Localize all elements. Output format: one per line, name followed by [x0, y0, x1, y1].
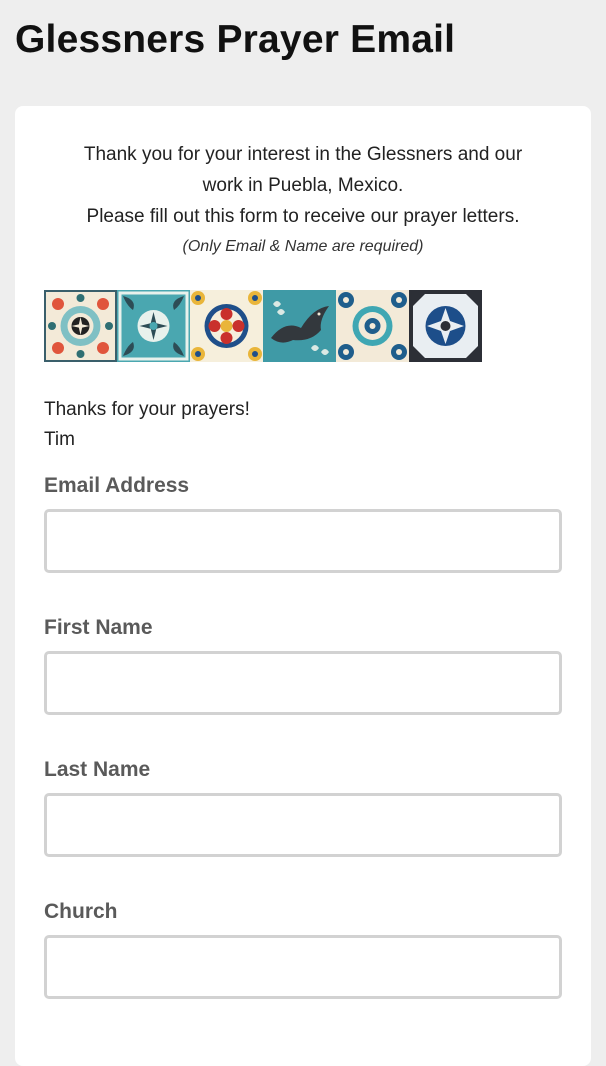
talavera-tile-banner: [44, 290, 482, 362]
first-name-field[interactable]: [44, 651, 562, 715]
intro-text: Thank you for your interest in the Gless…: [15, 139, 591, 262]
floral-medallion-tile: [190, 290, 263, 362]
blue-flower-tile: [336, 290, 409, 362]
intro-line: Please fill out this form to receive our…: [86, 206, 520, 227]
email-field[interactable]: [44, 509, 562, 573]
last-name-label: Last Name: [44, 758, 151, 781]
signoff-line: Thanks for your prayers!: [44, 399, 250, 420]
church-field[interactable]: [44, 935, 562, 999]
signup-form-card: Thank you for your interest in the Gless…: [15, 106, 591, 1066]
first-name-label: First Name: [44, 616, 153, 639]
last-name-field[interactable]: [44, 793, 562, 857]
email-label: Email Address: [44, 474, 190, 497]
red-rosette-tile: [44, 290, 117, 362]
intro-line: work in Puebla, Mexico.: [202, 175, 404, 196]
church-label: Church: [44, 900, 118, 923]
navy-star-tile: [409, 290, 482, 362]
teal-cross-tile: [117, 290, 190, 362]
intro-line: Thank you for your interest in the Gless…: [83, 144, 523, 165]
required-fields-note: (Only Email & Name are required): [182, 238, 424, 255]
teal-bird-tile: [263, 290, 336, 362]
signoff-text: Thanks for your prayers! Tim: [44, 395, 250, 455]
signoff-name: Tim: [44, 429, 75, 450]
page-title: Glessners Prayer Email: [15, 18, 456, 61]
